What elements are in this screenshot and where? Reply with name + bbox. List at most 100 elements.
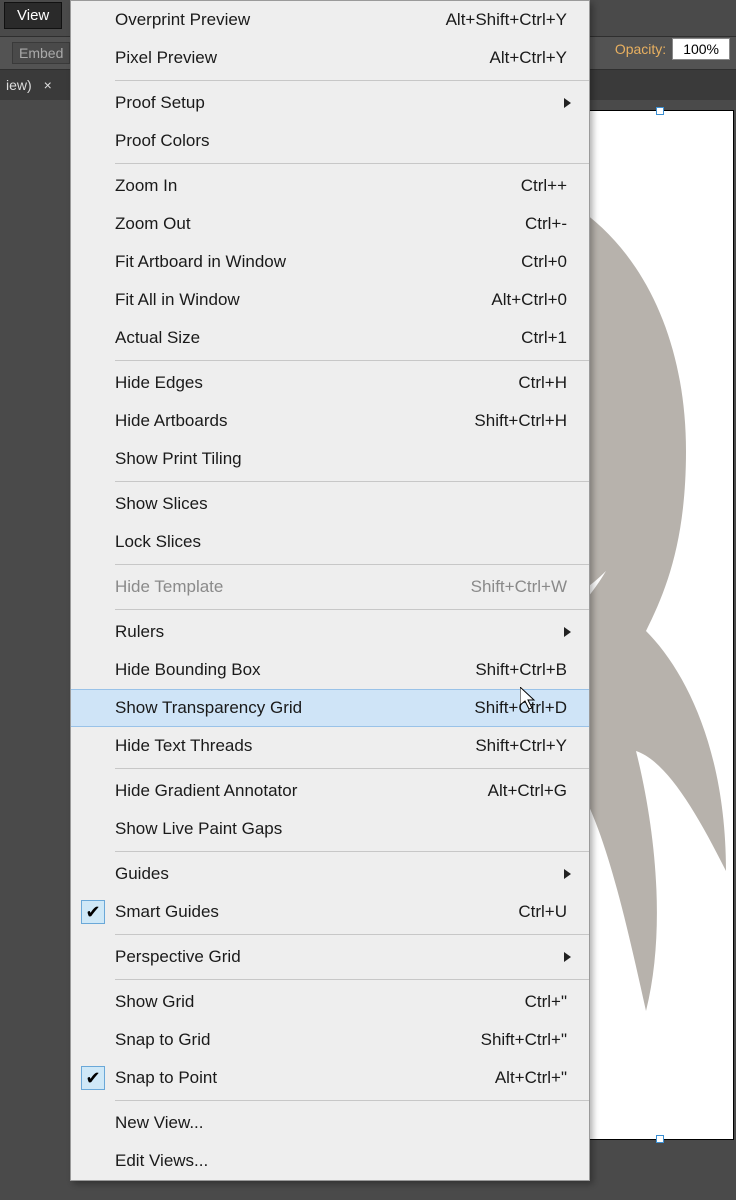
menu-item-show-live-paint-gaps[interactable]: Show Live Paint Gaps [71, 810, 589, 848]
menu-item-shortcut: Ctrl+0 [521, 252, 573, 272]
opacity-value-input[interactable]: 100% [672, 38, 730, 60]
menu-item-label: Zoom Out [115, 214, 525, 234]
menu-item-label: Snap to Point [115, 1068, 495, 1088]
menu-item-hide-edges[interactable]: Hide EdgesCtrl+H [71, 364, 589, 402]
menu-item-label: Edit Views... [115, 1151, 573, 1171]
menu-item-shortcut: Ctrl+H [518, 373, 573, 393]
menu-item-shortcut: Ctrl+U [518, 902, 573, 922]
menu-item-shortcut: Shift+Ctrl+" [481, 1030, 573, 1050]
menu-item-hide-bounding-box[interactable]: Hide Bounding BoxShift+Ctrl+B [71, 651, 589, 689]
menu-item-show-transparency-grid[interactable]: Show Transparency GridShift+Ctrl+D [71, 689, 589, 727]
menu-item-label: Show Transparency Grid [115, 698, 474, 718]
menu-check-column: ✔ [71, 900, 115, 924]
menu-item-new-view[interactable]: New View... [71, 1104, 589, 1142]
submenu-arrow-icon [564, 952, 571, 962]
menu-item-label: Perspective Grid [115, 947, 564, 967]
artboard[interactable] [585, 110, 734, 1140]
selection-handle[interactable] [656, 107, 664, 115]
menu-separator [115, 851, 589, 852]
menu-item-snap-to-point[interactable]: ✔ Snap to PointAlt+Ctrl+" [71, 1059, 589, 1097]
menu-item-shortcut: Alt+Ctrl+0 [491, 290, 573, 310]
menu-item-label: Hide Artboards [115, 411, 474, 431]
menu-item-label: Snap to Grid [115, 1030, 481, 1050]
submenu-arrow-icon [564, 98, 571, 108]
menu-item-show-slices[interactable]: Show Slices [71, 485, 589, 523]
menu-item-label: Lock Slices [115, 532, 573, 552]
menu-item-label: Overprint Preview [115, 10, 446, 30]
menu-item-shortcut: Shift+Ctrl+Y [475, 736, 573, 756]
menu-item-label: Fit Artboard in Window [115, 252, 521, 272]
menu-item-shortcut: Ctrl+1 [521, 328, 573, 348]
menu-separator [115, 979, 589, 980]
menu-item-fit-all-in-window[interactable]: Fit All in WindowAlt+Ctrl+0 [71, 281, 589, 319]
menu-separator [115, 564, 589, 565]
opacity-label: Opacity: [615, 41, 666, 57]
menu-item-zoom-out[interactable]: Zoom OutCtrl+- [71, 205, 589, 243]
menu-separator [115, 768, 589, 769]
selection-handle[interactable] [656, 1135, 664, 1143]
menu-item-label: Show Grid [115, 992, 525, 1012]
menu-item-edit-views[interactable]: Edit Views... [71, 1142, 589, 1180]
menu-item-shortcut: Shift+Ctrl+H [474, 411, 573, 431]
menu-item-label: Pixel Preview [115, 48, 490, 68]
menu-item-label: Proof Colors [115, 131, 573, 151]
menu-separator [115, 360, 589, 361]
submenu-arrow-icon [564, 627, 571, 637]
menu-item-label: Fit All in Window [115, 290, 491, 310]
menu-item-show-print-tiling[interactable]: Show Print Tiling [71, 440, 589, 478]
menu-item-shortcut: Alt+Ctrl+Y [490, 48, 573, 68]
menu-item-rulers[interactable]: Rulers [71, 613, 589, 651]
menu-item-label: Show Print Tiling [115, 449, 573, 469]
menu-item-shortcut: Ctrl+" [525, 992, 573, 1012]
menu-view[interactable]: View [4, 2, 62, 29]
menu-item-hide-text-threads[interactable]: Hide Text ThreadsShift+Ctrl+Y [71, 727, 589, 765]
menu-item-guides[interactable]: Guides [71, 855, 589, 893]
menu-item-label: New View... [115, 1113, 573, 1133]
menu-item-proof-setup[interactable]: Proof Setup [71, 84, 589, 122]
menu-item-snap-to-grid[interactable]: Snap to GridShift+Ctrl+" [71, 1021, 589, 1059]
menu-item-label: Hide Text Threads [115, 736, 475, 756]
menu-item-label: Smart Guides [115, 902, 518, 922]
menu-item-pixel-preview[interactable]: Pixel PreviewAlt+Ctrl+Y [71, 39, 589, 77]
menu-item-shortcut: Alt+Shift+Ctrl+Y [446, 10, 573, 30]
menu-item-shortcut: Shift+Ctrl+B [475, 660, 573, 680]
submenu-arrow-icon [564, 869, 571, 879]
view-menu-dropdown: Overprint PreviewAlt+Shift+Ctrl+YPixel P… [70, 0, 590, 1181]
checkmark-icon: ✔ [81, 1066, 105, 1090]
menu-item-overprint-preview[interactable]: Overprint PreviewAlt+Shift+Ctrl+Y [71, 1, 589, 39]
menu-check-column: ✔ [71, 1066, 115, 1090]
menu-item-hide-gradient-annotator[interactable]: Hide Gradient AnnotatorAlt+Ctrl+G [71, 772, 589, 810]
menu-item-hide-template: Hide TemplateShift+Ctrl+W [71, 568, 589, 606]
menu-item-zoom-in[interactable]: Zoom InCtrl++ [71, 167, 589, 205]
menu-item-fit-artboard-in-window[interactable]: Fit Artboard in WindowCtrl+0 [71, 243, 589, 281]
menu-item-hide-artboards[interactable]: Hide ArtboardsShift+Ctrl+H [71, 402, 589, 440]
menu-item-shortcut: Alt+Ctrl+" [495, 1068, 573, 1088]
menu-separator [115, 609, 589, 610]
menu-item-show-grid[interactable]: Show GridCtrl+" [71, 983, 589, 1021]
menu-item-shortcut: Alt+Ctrl+G [488, 781, 573, 801]
menu-separator [115, 80, 589, 81]
menu-item-shortcut: Shift+Ctrl+W [471, 577, 573, 597]
menu-item-shortcut: Ctrl++ [521, 176, 573, 196]
menu-item-label: Show Slices [115, 494, 573, 514]
menu-item-label: Guides [115, 864, 564, 884]
menu-separator [115, 481, 589, 482]
menu-item-label: Show Live Paint Gaps [115, 819, 573, 839]
menu-item-perspective-grid[interactable]: Perspective Grid [71, 938, 589, 976]
menu-item-lock-slices[interactable]: Lock Slices [71, 523, 589, 561]
menu-item-shortcut: Shift+Ctrl+D [474, 698, 573, 718]
tab-close-icon[interactable]: × [44, 77, 52, 93]
menu-item-label: Hide Edges [115, 373, 518, 393]
menu-item-label: Proof Setup [115, 93, 564, 113]
menu-separator [115, 1100, 589, 1101]
menu-item-actual-size[interactable]: Actual SizeCtrl+1 [71, 319, 589, 357]
menu-item-proof-colors[interactable]: Proof Colors [71, 122, 589, 160]
menubar: View [0, 0, 66, 30]
embed-button[interactable]: Embed [12, 42, 70, 64]
menu-item-smart-guides[interactable]: ✔Smart GuidesCtrl+U [71, 893, 589, 931]
menu-item-label: Hide Gradient Annotator [115, 781, 488, 801]
document-tab[interactable]: iew) [6, 77, 32, 93]
menu-item-label: Zoom In [115, 176, 521, 196]
menu-separator [115, 934, 589, 935]
menu-item-shortcut: Ctrl+- [525, 214, 573, 234]
